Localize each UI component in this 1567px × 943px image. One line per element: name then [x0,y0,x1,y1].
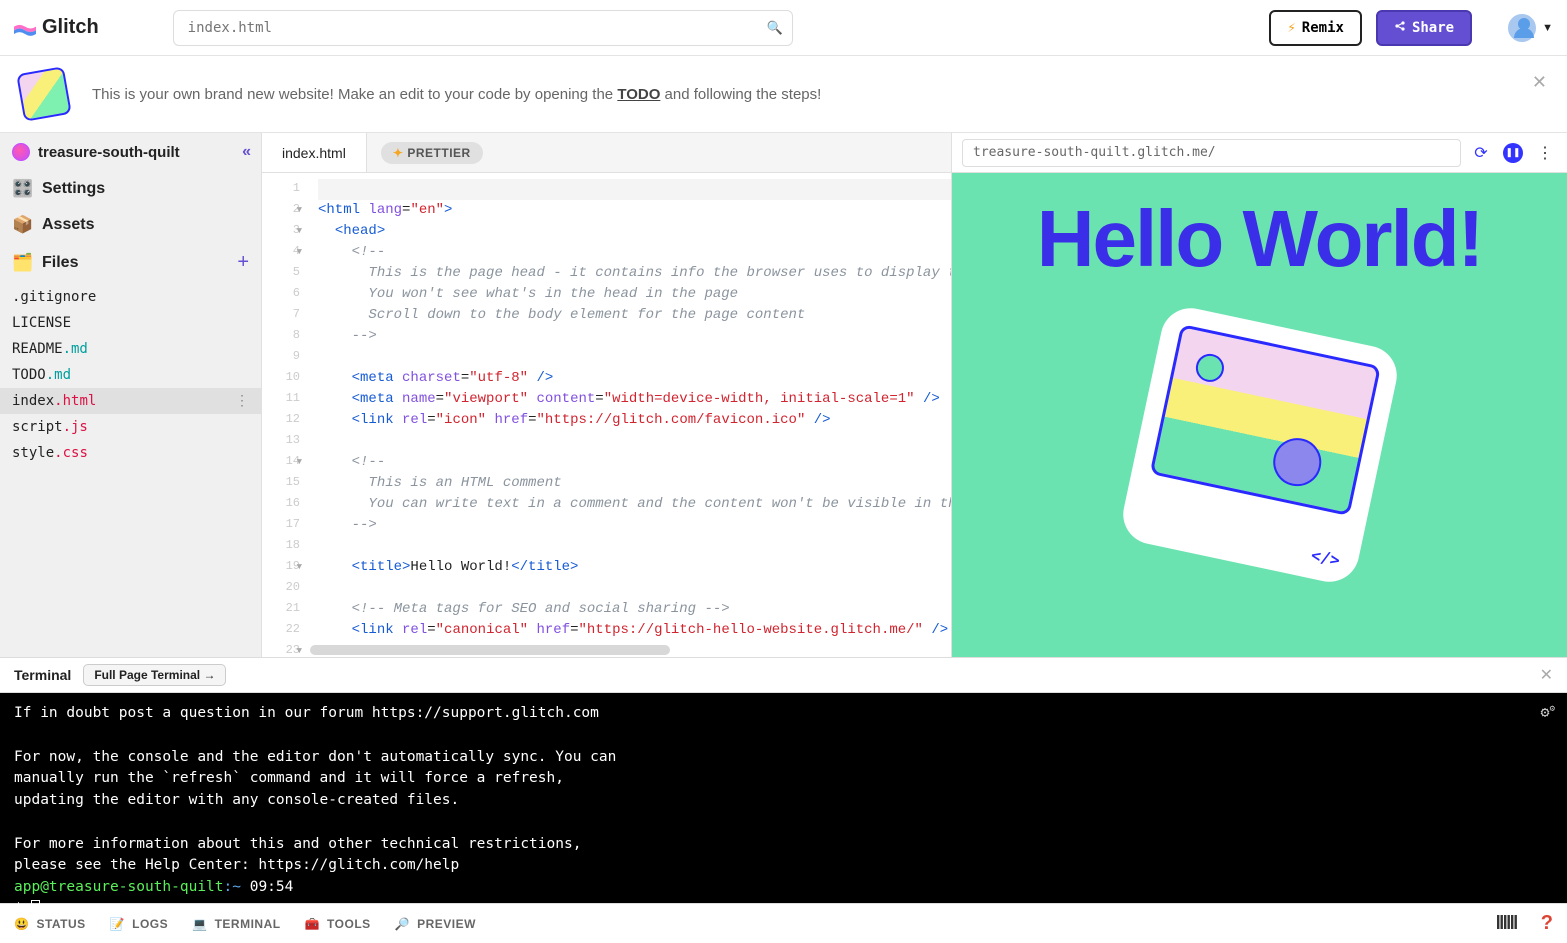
help-icon[interactable]: ? [1541,912,1553,935]
full-page-terminal-button[interactable]: Full Page Terminal → [83,664,226,686]
prettier-button[interactable]: ✦ PRETTIER [381,142,483,164]
terminal-prompt-user: app@treasure-south-quilt [14,879,224,895]
avatar-icon [1506,12,1538,44]
code-body[interactable]: <html lang="en"> <head> <!-- This is the… [308,173,951,657]
refresh-icon[interactable]: ⟳ [1469,141,1493,165]
file-item[interactable]: LICENSE [0,310,261,336]
file-item[interactable]: index.html⋮ [0,388,261,414]
lightning-icon: ⚡ [1287,20,1295,36]
terminal-header: Terminal Full Page Terminal → ✕ [0,657,1567,693]
welcome-banner: This is your own brand new website! Make… [0,56,1567,133]
preview-heading: Hello World! [1037,193,1483,285]
search-input[interactable] [173,10,793,46]
terminal-icon: 💻 [192,917,207,931]
horizontal-scrollbar[interactable] [310,645,670,655]
file-item[interactable]: README.md [0,336,261,362]
footer-bar: 😃STATUS 📝LOGS 💻TERMINAL 🧰TOOLS 🔎PREVIEW … [0,903,1567,943]
main-area: treasure-south-quilt « 🎛️ Settings 📦 Ass… [0,133,1567,657]
add-file-icon[interactable]: + [237,251,249,274]
illustration-frame-icon [1149,324,1380,516]
sidebar: treasure-south-quilt « 🎛️ Settings 📦 Ass… [0,133,262,657]
preview-icon: 🔎 [395,917,410,931]
share-button[interactable]: Share [1376,10,1472,46]
search-icon[interactable]: 🔍 [766,20,782,36]
editor-pane: index.html ✦ PRETTIER 12▼3▼4▼56789101112… [262,133,952,657]
preview-menu-icon[interactable]: ⋮ [1533,141,1557,165]
banner-todo-link[interactable]: TODO [617,86,660,103]
file-item[interactable]: .gitignore [0,284,261,310]
file-item[interactable]: style.css [0,440,261,466]
file-item[interactable]: TODO.md [0,362,261,388]
files-icon: 🗂️ [12,253,32,273]
terminal-cursor [31,900,40,917]
keyboard-shortcuts-icon[interactable] [1497,913,1517,934]
brand-name: Glitch [42,16,99,39]
preview-url-input[interactable] [962,139,1461,167]
sidebar-settings[interactable]: 🎛️ Settings [0,171,261,207]
preview-pane: ⟳ ❚❚ ⋮ Hello World! </> [952,133,1567,657]
editor-tab-bar: index.html ✦ PRETTIER [262,133,951,173]
settings-icon: 🎛️ [12,179,32,199]
logs-icon: 📝 [110,917,125,931]
sidebar-assets[interactable]: 📦 Assets [0,207,261,243]
brand-logo[interactable]: Glitch [14,16,99,39]
terminal-output: If in doubt post a question in our forum… [14,705,616,873]
terminal-settings-icon[interactable]: ⚙⚙ [1541,701,1555,724]
remix-button[interactable]: ⚡ Remix [1269,10,1362,46]
tools-icon: 🧰 [305,917,320,931]
code-editor[interactable]: 12▼3▼4▼567891011121314▼1516171819▼202122… [262,173,951,657]
preview-viewport: Hello World! </> [952,173,1567,657]
terminal-prompt-time: 09:54 [241,879,293,895]
user-menu[interactable]: ▼ [1506,12,1553,44]
share-icon [1394,20,1406,36]
glitch-logo-icon [14,21,36,35]
project-selector[interactable]: treasure-south-quilt « [0,133,261,171]
terminal-title: Terminal [14,667,71,683]
pause-icon: ❚❚ [1503,143,1523,163]
sparkle-icon: ✦ [393,146,404,160]
file-list: .gitignoreLICENSEREADME.mdTODO.mdindex.h… [0,282,261,468]
terminal-prompt-dollar: $ [14,901,31,917]
footer-terminal[interactable]: 💻TERMINAL [192,917,280,931]
close-icon[interactable]: ✕ [1540,665,1553,685]
preview-illustration: </> [1117,303,1402,588]
top-nav: Glitch 🔍 ⚡ Remix Share ▼ [0,0,1567,56]
line-gutter: 12▼3▼4▼567891011121314▼1516171819▼202122… [262,173,308,657]
assets-icon: 📦 [12,215,32,235]
footer-logs[interactable]: 📝LOGS [110,917,168,931]
banner-text: This is your own brand new website! Make… [92,86,821,103]
collapse-sidebar-icon[interactable]: « [242,143,251,161]
footer-tools[interactable]: 🧰TOOLS [305,917,371,931]
sidebar-files-header[interactable]: 🗂️ Files + [0,243,261,282]
banner-illustration-icon [16,66,72,122]
code-tag-icon: </> [1309,545,1341,570]
editor-tab-active[interactable]: index.html [262,133,367,172]
project-avatar-icon [12,143,30,161]
chevron-down-icon: ▼ [1542,22,1553,34]
terminal-body[interactable]: ⚙⚙ If in doubt post a question in our for… [0,693,1567,903]
file-menu-icon[interactable]: ⋮ [235,393,249,409]
terminal-prompt-path: :~ [224,879,241,895]
footer-preview[interactable]: 🔎PREVIEW [395,917,476,931]
pause-preview-button[interactable]: ❚❚ [1501,141,1525,165]
file-item[interactable]: script.js [0,414,261,440]
preview-toolbar: ⟳ ❚❚ ⋮ [952,133,1567,173]
close-icon[interactable]: ✕ [1532,72,1547,93]
